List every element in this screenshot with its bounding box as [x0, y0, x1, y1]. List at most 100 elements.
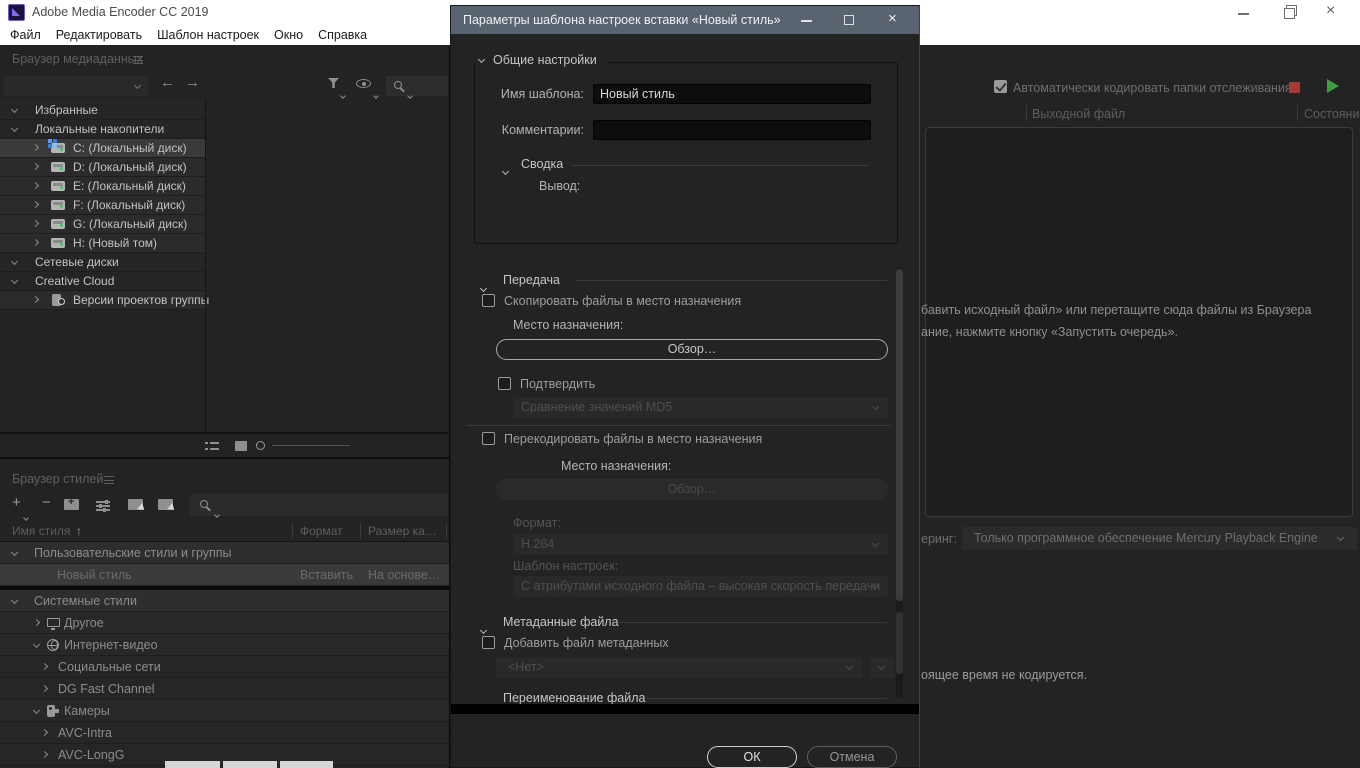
zoom-slider-knob[interactable] [256, 441, 265, 450]
chevron-down-icon[interactable] [11, 125, 18, 132]
chevron-right-icon[interactable] [32, 201, 39, 208]
column-divider[interactable] [292, 523, 293, 539]
media-tree-item[interactable]: H: (Новый том) [0, 234, 205, 253]
transcode-files-checkbox[interactable] [482, 432, 495, 445]
preset-row[interactable]: Другое [0, 612, 449, 634]
chevron-right-icon[interactable] [41, 729, 48, 736]
eye-icon[interactable] [356, 79, 371, 88]
preset-search-input[interactable] [190, 494, 448, 516]
preset-row[interactable]: DG Fast Channel [0, 678, 449, 700]
new-group-icon[interactable] [64, 499, 79, 510]
media-tree-item[interactable]: C: (Локальный диск) [0, 139, 205, 158]
sort-ascending-icon[interactable]: ↑ [76, 524, 82, 538]
chevron-down-icon[interactable] [33, 641, 40, 648]
cancel-button[interactable]: Отмена [807, 746, 897, 768]
chevron-right-icon[interactable] [32, 220, 39, 227]
media-tree-item[interactable]: G: (Локальный диск) [0, 215, 205, 234]
browse-button[interactable]: Обзор… [496, 339, 888, 360]
dialog-maximize-icon[interactable] [844, 15, 854, 25]
import-preset-icon[interactable] [128, 499, 143, 510]
chevron-down-icon[interactable] [33, 707, 40, 714]
close-icon[interactable]: × [1326, 2, 1335, 20]
transfer-section-label[interactable]: Передача [503, 273, 560, 287]
preset-row[interactable]: Социальные сети [0, 656, 449, 678]
preset-name-input[interactable] [593, 84, 871, 104]
chevron-right-icon[interactable] [41, 751, 48, 758]
dialog-scrollbar-thumb[interactable] [896, 269, 903, 601]
media-tree-item[interactable]: Сетевые диски [0, 253, 205, 272]
renderer-select[interactable]: Только программное обеспечение Mercury P… [962, 527, 1357, 550]
chevron-down-icon[interactable] [11, 597, 18, 604]
stop-queue-icon[interactable] [1289, 82, 1300, 93]
preset-row[interactable]: Камеры [0, 700, 449, 722]
back-icon[interactable]: ← [160, 74, 175, 91]
chevron-down-icon[interactable] [11, 277, 18, 284]
verify-method-select[interactable]: Сравнение значений MD5 [513, 397, 888, 418]
pane-divider[interactable] [205, 100, 206, 432]
menu-item[interactable]: Редактировать [56, 25, 142, 45]
column-frame-size[interactable]: Размер ка… [368, 524, 437, 538]
media-tree-item[interactable]: E: (Локальный диск) [0, 177, 205, 196]
summary-section-label[interactable]: Сводка [521, 157, 563, 171]
restore-icon[interactable] [1284, 8, 1293, 17]
column-output-file[interactable]: Выходной файл [1032, 107, 1125, 121]
thumbnail-view-icon[interactable] [235, 441, 247, 451]
menu-item[interactable]: Шаблон настроек [157, 25, 259, 45]
preset-settings-icon[interactable] [96, 499, 110, 511]
menu-item[interactable]: Справка [318, 25, 367, 45]
menu-item[interactable]: Окно [274, 25, 303, 45]
media-tree-item[interactable]: Избранные [0, 101, 205, 120]
menu-item[interactable]: Файл [10, 25, 41, 45]
zoom-slider-track[interactable] [272, 445, 350, 446]
preset-row[interactable]: Новый стильВставитьНа основе… [0, 564, 449, 586]
auto-encode-checkbox[interactable] [994, 80, 1007, 93]
column-format[interactable]: Формат [300, 524, 343, 538]
chevron-right-icon[interactable] [32, 163, 39, 170]
remove-preset-icon[interactable]: − [42, 495, 51, 510]
chevron-down-icon[interactable] [11, 106, 18, 113]
queue-drop-area[interactable] [925, 127, 1353, 517]
chevron-right-icon[interactable] [32, 296, 39, 303]
start-queue-icon[interactable] [1327, 79, 1339, 93]
media-tree-item[interactable]: F: (Локальный диск) [0, 196, 205, 215]
chevron-right-icon[interactable] [32, 239, 39, 246]
dialog-minimize-icon[interactable] [801, 20, 812, 22]
media-tree-item[interactable]: Версии проектов группы [0, 291, 205, 310]
panel-menu-icon[interactable] [133, 56, 143, 64]
copy-files-checkbox[interactable] [482, 294, 495, 307]
chevron-right-icon[interactable] [41, 663, 48, 670]
add-preset-icon[interactable]: + [12, 495, 21, 510]
preset-row[interactable]: Интернет-видео [0, 634, 449, 656]
preset-row[interactable]: Пользовательские стили и группы [0, 542, 449, 564]
verify-checkbox[interactable] [498, 377, 511, 390]
dialog-close-icon[interactable]: × [888, 10, 897, 27]
comments-input[interactable] [593, 120, 871, 140]
general-settings-header[interactable]: Общие настройки [475, 53, 607, 68]
export-preset-icon[interactable] [158, 499, 173, 510]
filter-icon[interactable] [328, 78, 339, 88]
media-tree-item[interactable]: D: (Локальный диск) [0, 158, 205, 177]
minimize-icon[interactable] [1238, 13, 1249, 15]
column-divider[interactable] [360, 523, 361, 539]
preset-row[interactable]: Системные стили [0, 590, 449, 612]
chevron-down-icon[interactable] [503, 161, 508, 179]
media-tree-item[interactable]: Локальные накопители [0, 120, 205, 139]
forward-icon[interactable]: → [185, 74, 200, 91]
media-path-select[interactable] [4, 76, 148, 96]
column-name[interactable]: Имя стиля [12, 524, 70, 538]
chevron-down-icon[interactable] [11, 258, 18, 265]
metadata-section-label[interactable]: Метаданные файла [503, 615, 619, 629]
column-status[interactable]: Состояние [1304, 107, 1360, 121]
chevron-right-icon[interactable] [32, 144, 39, 151]
list-view-icon[interactable] [205, 441, 219, 451]
chevron-down-icon[interactable] [11, 549, 18, 556]
chevron-right-icon[interactable] [32, 182, 39, 189]
search-input[interactable] [386, 76, 448, 96]
dialog-scrollbar-thumb[interactable] [896, 612, 903, 674]
add-metadata-checkbox[interactable] [482, 636, 495, 649]
chevron-right-icon[interactable] [33, 619, 40, 626]
panel-menu-icon[interactable] [104, 476, 114, 484]
media-tree-item[interactable]: Creative Cloud [0, 272, 205, 291]
rename-section-label[interactable]: Переименование файла [503, 691, 645, 705]
preset-row[interactable]: AVC-Intra [0, 722, 449, 744]
